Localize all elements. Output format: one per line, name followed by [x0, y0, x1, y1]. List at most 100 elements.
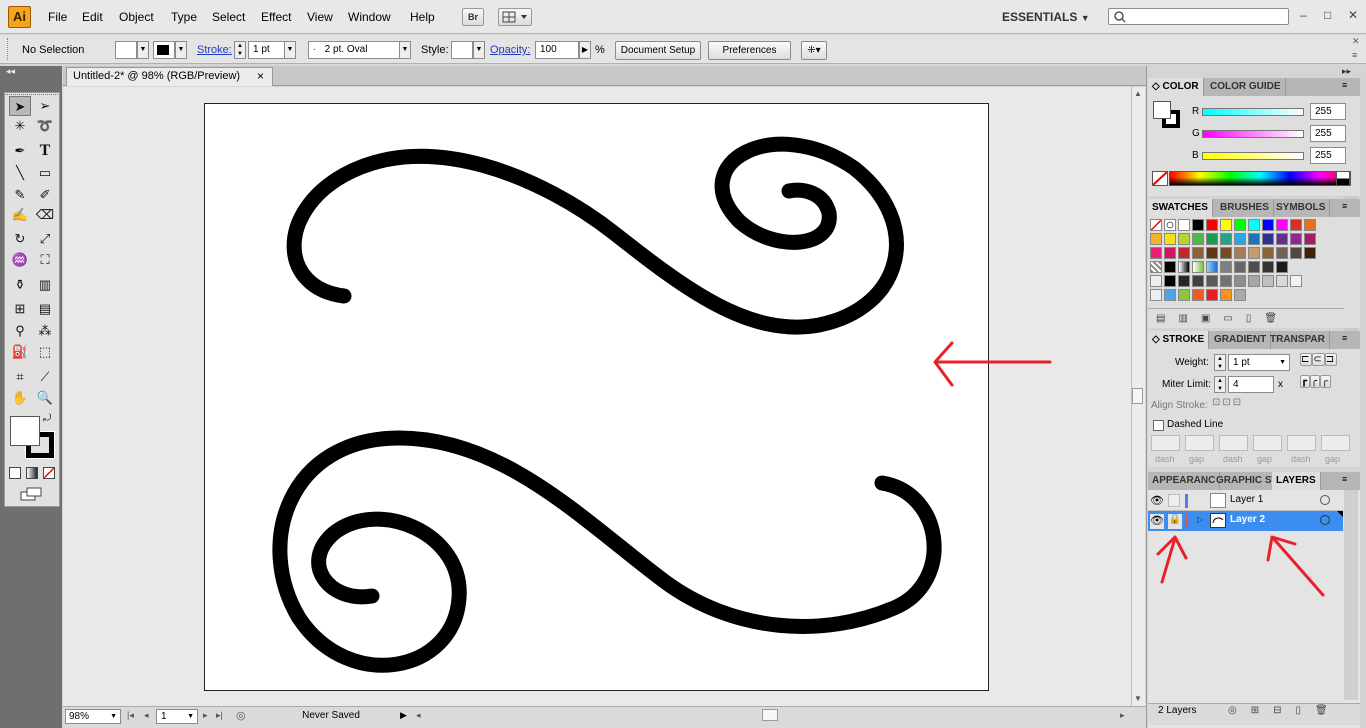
swatch-cell[interactable] [1248, 275, 1260, 287]
collapse-tools-icon[interactable]: ◂◂ [6, 66, 15, 77]
menu-select[interactable]: Select [212, 10, 245, 24]
line-tool-icon[interactable]: ╲ [9, 163, 31, 183]
scroll-left-icon[interactable]: ◂ [416, 710, 421, 721]
free-transform-tool-icon[interactable]: ⛶ [34, 250, 56, 270]
swatch-cell[interactable] [1234, 289, 1246, 301]
type-tool-icon[interactable]: T [34, 141, 56, 161]
swatch-cell[interactable] [1220, 275, 1232, 287]
dash-gap-field[interactable] [1219, 435, 1248, 451]
none-color-icon[interactable] [1152, 171, 1168, 186]
swatch-cell[interactable] [1178, 289, 1190, 301]
style-swatch[interactable] [451, 41, 473, 59]
bevel-join-icon[interactable]: ┌ [1320, 375, 1332, 388]
r-slider[interactable] [1202, 108, 1304, 116]
tab-symbols[interactable]: SYMBOLS [1272, 199, 1331, 217]
swatch-cell[interactable] [1262, 233, 1274, 245]
swatch-cell[interactable] [1178, 219, 1190, 231]
horizontal-scroll-thumb[interactable] [762, 709, 778, 721]
bridge-icon[interactable]: Br [462, 8, 484, 26]
align-center-icon[interactable]: ⊡ [1212, 397, 1222, 408]
status-reveal-icon[interactable]: ◎ [236, 709, 246, 722]
swatch-cell[interactable] [1220, 233, 1232, 245]
swatch-cell[interactable] [1164, 275, 1176, 287]
r-value-field[interactable]: 255 [1310, 103, 1346, 120]
layers-scroll-track[interactable] [1344, 490, 1358, 700]
stroke-link[interactable]: Stroke: [197, 44, 232, 56]
b-slider[interactable] [1202, 152, 1304, 160]
swatch-cell[interactable] [1164, 247, 1176, 259]
close-window-button[interactable]: ✕ [1348, 8, 1358, 22]
swatch-cell[interactable] [1150, 275, 1162, 287]
lasso-tool-icon[interactable]: ➰ [34, 116, 56, 136]
tab-transparency[interactable]: TRANSPAR [1266, 331, 1330, 349]
swatch-cell[interactable] [1206, 261, 1218, 273]
swatch-cell[interactable] [1220, 289, 1232, 301]
symbol-sprayer-tool-icon[interactable]: ⚱ [9, 275, 31, 295]
scale-tool-icon[interactable]: ⤢ [34, 229, 56, 249]
pencil-tool-icon[interactable]: ✐ [34, 185, 56, 205]
dashed-line-checkbox[interactable] [1153, 420, 1164, 431]
color-spectrum[interactable] [1169, 171, 1351, 186]
magic-wand-tool-icon[interactable]: ✳ [9, 116, 31, 136]
vertical-scroll-thumb[interactable] [1132, 388, 1143, 404]
tab-color[interactable]: ◇ COLOR [1148, 78, 1204, 96]
tab-swatches[interactable]: SWATCHES [1148, 199, 1213, 217]
tab-color-guide[interactable]: COLOR GUIDE [1206, 78, 1286, 96]
first-artboard-icon[interactable]: |◂ [127, 710, 134, 721]
column-graph-tool-icon[interactable]: ▥ [34, 275, 56, 295]
scroll-down-icon[interactable]: ▼ [1134, 694, 1142, 703]
swatch-cell[interactable] [1192, 247, 1204, 259]
swatch-cell[interactable] [1234, 275, 1246, 287]
miter-join-icon[interactable]: ┏ [1300, 375, 1311, 388]
rotate-tool-icon[interactable]: ↻ [9, 229, 31, 249]
weight-stepper[interactable]: ▲ ▼ [1214, 354, 1226, 371]
close-control-bar[interactable]: ✕ [1352, 36, 1360, 47]
align-outside-icon[interactable]: ⊡ [1233, 397, 1243, 408]
miter-stepper[interactable]: ▲ ▼ [1214, 376, 1226, 393]
butt-cap-icon[interactable]: ⊏ [1300, 353, 1313, 366]
stroke-swatch[interactable] [153, 41, 175, 59]
swatch-cell[interactable] [1248, 247, 1260, 259]
swatch-cell[interactable] [1262, 261, 1274, 273]
arrange-documents-button[interactable] [498, 8, 532, 26]
swatch-cell[interactable] [1290, 275, 1302, 287]
new-color-group-icon[interactable]: ▭ [1223, 313, 1245, 324]
opacity-link[interactable]: Opacity: [490, 44, 530, 56]
swatch-cell[interactable] [1164, 219, 1176, 231]
swatch-cell[interactable] [1276, 261, 1288, 273]
dash-gap-field[interactable] [1253, 435, 1282, 451]
document-setup-button[interactable]: Document Setup [615, 41, 701, 60]
swirl-path-bottom[interactable] [272, 430, 942, 673]
zoom-field[interactable]: 98% ▼ [65, 709, 121, 724]
scroll-right-icon[interactable]: ▸ [1120, 710, 1125, 721]
layer-name[interactable]: Layer 2 [1230, 514, 1265, 525]
warp-tool-icon[interactable]: ♒ [9, 250, 31, 270]
fill-swatch[interactable] [115, 41, 137, 59]
swatch-cell[interactable] [1192, 261, 1204, 273]
delete-swatch-icon[interactable]: 🗑 [1264, 313, 1290, 324]
previous-artboard-icon[interactable]: ◂ [144, 710, 149, 721]
weight-field[interactable]: 1 pt ▼ [1228, 354, 1290, 371]
swatch-cell[interactable] [1192, 275, 1204, 287]
swatch-cell[interactable] [1262, 247, 1274, 259]
direct-selection-tool-icon[interactable]: ➢ [34, 96, 56, 116]
menu-window[interactable]: Window [348, 10, 391, 24]
blend-tool-icon[interactable]: ⁂ [34, 321, 56, 341]
layer-row-2[interactable]: 👁 🔒 ▷ Layer 2 [1148, 511, 1343, 531]
gradient-tool-icon[interactable]: ▤ [34, 299, 56, 319]
swatch-cell[interactable] [1290, 233, 1302, 245]
expand-layer-icon[interactable]: ▷ [1197, 515, 1203, 524]
hand-tool-icon[interactable]: ✋ [9, 388, 31, 408]
document-tab[interactable]: Untitled-2* @ 98% (RGB/Preview) [66, 67, 273, 86]
workspace-switcher[interactable]: ESSENTIALS ▼ [1002, 10, 1090, 24]
g-slider[interactable] [1202, 130, 1304, 138]
close-document-icon[interactable]: × [257, 69, 264, 83]
tab-stroke[interactable]: ◇ STROKE [1148, 331, 1210, 349]
swatch-cell[interactable] [1234, 219, 1246, 231]
target-icon[interactable] [1320, 495, 1330, 505]
none-mode-icon[interactable] [43, 467, 55, 479]
new-swatch-icon[interactable]: ▯ [1246, 313, 1265, 324]
color-panel-menu-icon[interactable]: ≡ [1342, 80, 1347, 90]
g-value-field[interactable]: 255 [1310, 125, 1346, 142]
opacity-field[interactable]: 100 [535, 41, 579, 59]
